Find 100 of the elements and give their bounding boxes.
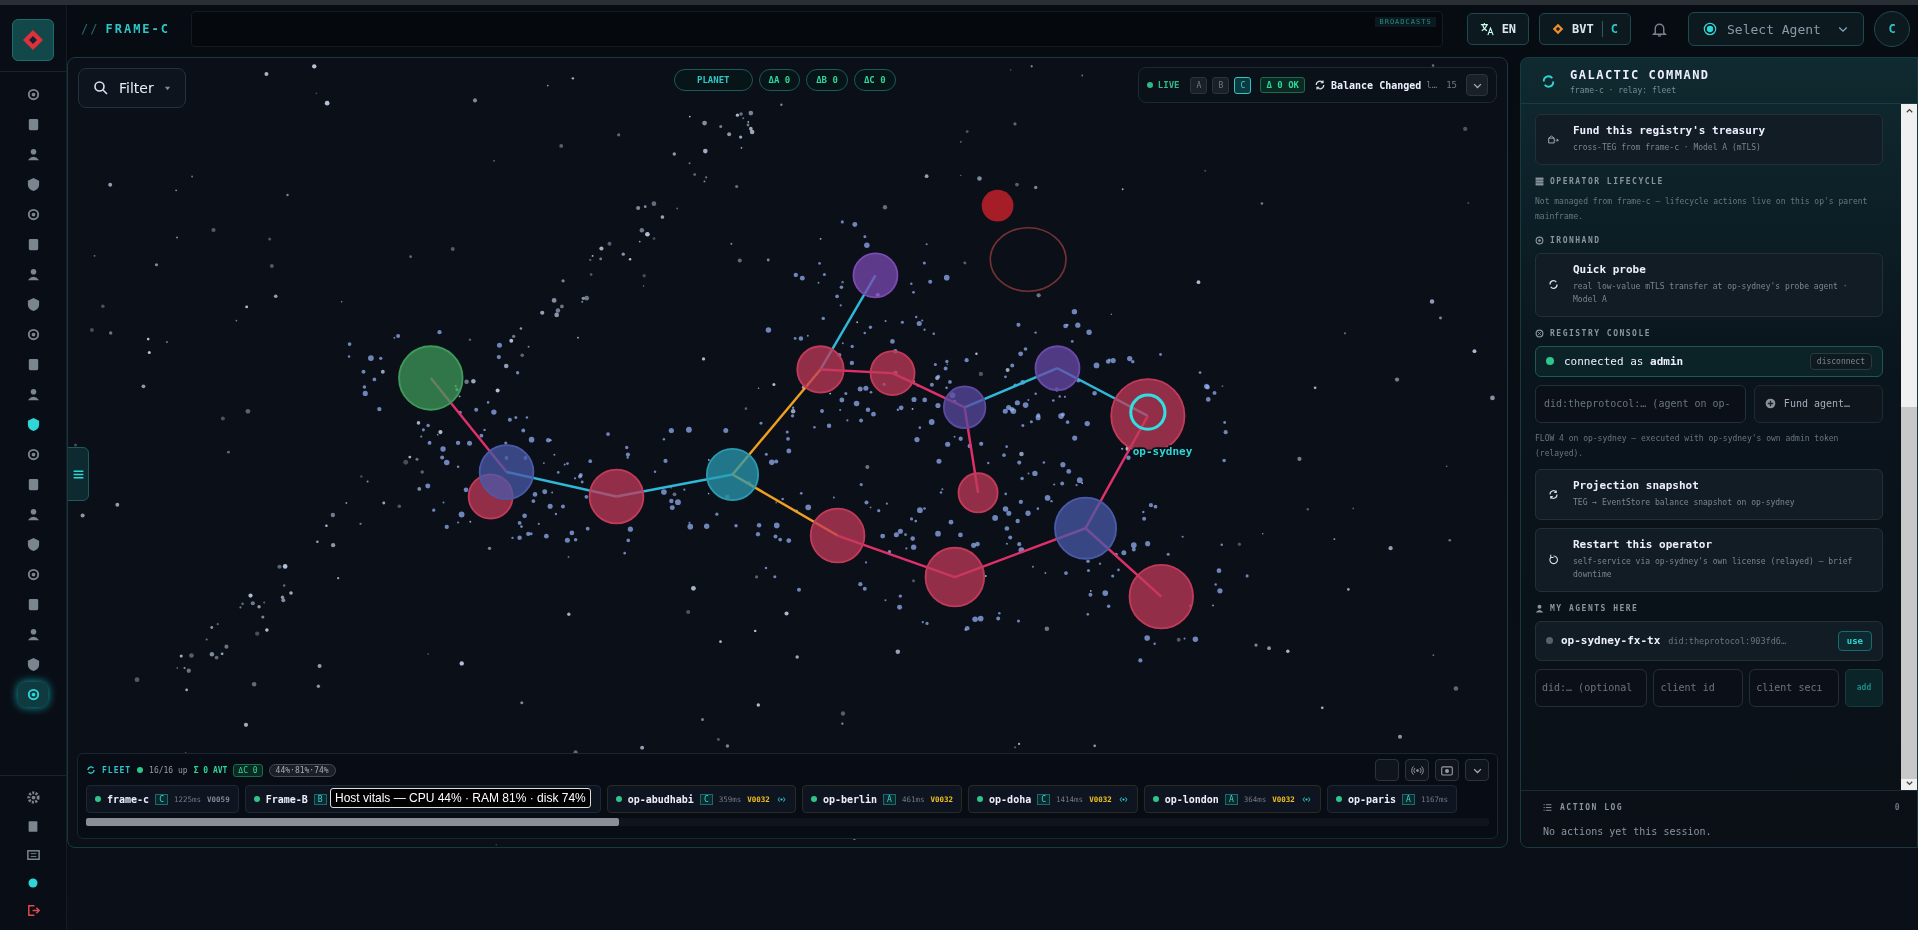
- camera-button[interactable]: [1435, 759, 1459, 781]
- section-heading: MY AGENTS HERE: [1550, 603, 1639, 613]
- graph-node[interactable]: [809, 507, 866, 564]
- section-heading: OPERATOR LIFECYCLE: [1550, 176, 1664, 186]
- graph-node[interactable]: [1054, 496, 1117, 560]
- graph-node[interactable]: [942, 385, 987, 429]
- node-label: op-sydney: [1132, 444, 1193, 458]
- scroll-up-icon[interactable]: [1904, 106, 1914, 115]
- plus-circle-icon: [1764, 398, 1776, 410]
- layer-pill[interactable]: ΔC 0: [853, 69, 896, 91]
- vitals-tooltip: Host vitals — CPU 44% · RAM 81% · disk 74%: [330, 788, 591, 808]
- diamond-icon: [1552, 23, 1565, 35]
- frame-badge: A: [883, 793, 896, 805]
- logout-icon[interactable]: [25, 903, 41, 918]
- restart-icon: [1548, 554, 1559, 566]
- bank-arrow-icon: [1548, 133, 1559, 145]
- graph-node[interactable]: [924, 546, 986, 608]
- action-card[interactable]: Quick probe real low-value mTLS transfer at op-sydney's probe agent · Model A: [1535, 253, 1883, 317]
- online-dot-icon: [137, 767, 144, 773]
- credential-field[interactable]: did:… (optional: [1535, 668, 1648, 707]
- graph-node[interactable]: [398, 345, 464, 411]
- lifecycle-note: Not managed from frame-c — lifecycle actions live on this op's parent mainframe.: [1535, 195, 1869, 223]
- language-button[interactable]: EN: [1466, 13, 1530, 45]
- online-dot-icon: [1335, 796, 1342, 802]
- broadcast-button[interactable]: [1405, 759, 1429, 781]
- fleet-avt: Σ 0 AVT: [193, 765, 228, 775]
- add-button[interactable]: add: [1845, 668, 1883, 707]
- app-logo[interactable]: [12, 19, 54, 61]
- graph-node[interactable]: [705, 447, 760, 502]
- status-dot-icon[interactable]: [27, 877, 39, 889]
- frame-badge: C: [1037, 793, 1051, 805]
- disconnect-button[interactable]: disconnect: [1809, 352, 1872, 370]
- node-name: frame-c: [107, 793, 150, 805]
- action-card[interactable]: Projection snapshot TEG → EventStore balance snapshot on op-sydney: [1535, 469, 1883, 520]
- fleet-title: FLEET: [102, 765, 132, 775]
- node-name: op-berlin: [822, 793, 878, 805]
- filter-button[interactable]: Filter: [78, 68, 186, 108]
- node-name: op-abudhabi: [627, 793, 694, 805]
- graph-node[interactable]: [1128, 563, 1194, 630]
- token-button[interactable]: BVT C: [1539, 13, 1631, 45]
- online-dot-icon: [1152, 796, 1159, 802]
- radio-dot-icon: [1703, 22, 1717, 36]
- action-card[interactable]: Restart this operator self-service via op-sydney's own license (relayed) — brief downtime: [1535, 527, 1883, 592]
- agent-select[interactable]: Select Agent: [1688, 12, 1864, 46]
- translate-icon: [1479, 22, 1494, 36]
- user-icon: [1535, 603, 1544, 613]
- user-avatar[interactable]: C: [1874, 11, 1910, 47]
- action-card[interactable]: Fund this registry's treasury cross-TEG from frame-c · Model A (mTLS): [1535, 114, 1883, 165]
- frame-toggle[interactable]: B: [1212, 76, 1230, 94]
- credential-field[interactable]: client_secı: [1749, 668, 1839, 707]
- notification-bell-icon[interactable]: [1651, 20, 1668, 38]
- node-name: op-doha: [989, 793, 1032, 805]
- book-icon[interactable]: [26, 819, 40, 834]
- use-button[interactable]: use: [1837, 630, 1872, 651]
- layer-pill[interactable]: PLANET: [674, 69, 753, 91]
- target-icon[interactable]: [18, 682, 48, 707]
- node-name: op-london: [1164, 793, 1219, 805]
- frame-badge: B: [313, 793, 327, 805]
- fund-agent-button[interactable]: Fund agent…: [1753, 384, 1883, 423]
- frame-toggle[interactable]: C: [1234, 76, 1252, 94]
- event-label: Balance Changed: [1331, 79, 1422, 91]
- menu-toggle-button[interactable]: [68, 447, 89, 501]
- frame-badge: A: [1402, 793, 1415, 805]
- caret-icon: [163, 84, 171, 92]
- frame-badge: A: [1224, 793, 1238, 805]
- expand-button[interactable]: [1466, 74, 1488, 96]
- horizontal-scrollbar[interactable]: [86, 818, 1489, 826]
- event-count: 15: [1446, 80, 1457, 90]
- credential-field[interactable]: client_id: [1653, 668, 1744, 707]
- frame-toggle[interactable]: A: [1190, 76, 1208, 94]
- collapse-button[interactable]: [1465, 759, 1489, 781]
- graph-node[interactable]: [478, 444, 535, 500]
- settings-icon[interactable]: [25, 790, 41, 805]
- node-name: Frame-B: [265, 793, 308, 805]
- message-icon[interactable]: [25, 848, 41, 863]
- graph-node[interactable]: [852, 252, 899, 299]
- list-icon: [1543, 803, 1552, 812]
- layer-pill[interactable]: ΔA 0: [758, 69, 801, 91]
- graph-node[interactable]: [1034, 345, 1081, 392]
- online-dot-icon: [977, 796, 984, 802]
- frame-badge: C: [155, 793, 168, 805]
- target-icon: [1535, 328, 1544, 338]
- agent-did-field[interactable]: did:theprotocol:… (agent on op-: [1535, 384, 1746, 423]
- section-heading: IRONHAND: [1550, 236, 1601, 246]
- agent-name: op-sydney-fx-tx: [1561, 634, 1661, 648]
- graph-node[interactable]: [588, 468, 645, 525]
- delta-badge: ΔC 0: [233, 763, 263, 777]
- agent-did: did:theprotocol:903fd6…: [1668, 635, 1788, 646]
- scroll-down-icon[interactable]: [1904, 779, 1914, 788]
- graph-node[interactable]: [957, 472, 999, 514]
- delta-badge: Δ 0 OK: [1260, 77, 1305, 93]
- graph-node[interactable]: [796, 345, 845, 394]
- online-dot-icon: [615, 796, 622, 802]
- layer-pill[interactable]: ΔB 0: [806, 69, 848, 91]
- target-icon: [1535, 236, 1544, 246]
- node-name: op-paris: [1347, 793, 1397, 805]
- vitals-badge: 44%·81%·74%: [268, 763, 336, 777]
- graph-node[interactable]: [869, 350, 916, 396]
- vertical-scrollbar[interactable]: [1901, 104, 1917, 790]
- event-overflow: l…: [1426, 80, 1438, 90]
